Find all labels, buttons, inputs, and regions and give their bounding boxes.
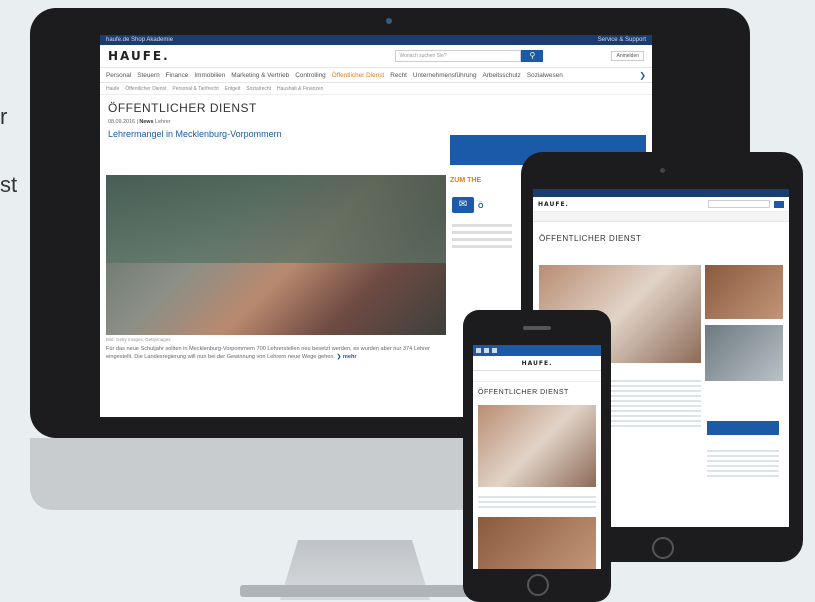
tablet-search-button[interactable] [774, 200, 784, 208]
sidebar-label: Ö [478, 203, 484, 210]
nav-item-immobilien[interactable]: Immobilien [194, 72, 225, 79]
search-bar: Wonach suchen Sie? ⚲ [395, 50, 544, 62]
main-nav: Personal Steuern Finance Immobilien Mark… [100, 68, 652, 83]
site-header: HAUFE. Wonach suchen Sie? ⚲ Anmelden [100, 45, 652, 68]
tablet-top-bar [533, 189, 789, 197]
article-hero-image[interactable] [106, 175, 446, 335]
sidebar-heading: ZUM THE [450, 177, 482, 184]
more-label: mehr [342, 354, 357, 360]
tablet-sidebar-button[interactable] [707, 421, 779, 435]
top-bar: haufe.de Shop Akademie Service & Support [100, 35, 652, 45]
nav-item-recht[interactable]: Recht [390, 72, 407, 79]
tablet-home-button[interactable] [652, 537, 674, 559]
breadcrumb-item[interactable]: Personal & Tarifrecht [172, 86, 218, 92]
breadcrumb-item[interactable]: Haushalt & Finanzen [277, 86, 323, 92]
envelope-icon[interactable]: ✉ [452, 197, 474, 213]
phone-home-button[interactable] [527, 574, 549, 596]
nav-item-unternehmensfuehrung[interactable]: Unternehmensführung [413, 72, 477, 79]
tablet-header: HAUFE. [533, 197, 789, 212]
monitor-stand-base [240, 585, 470, 597]
article-tag: News [139, 119, 154, 125]
search-icon[interactable] [492, 348, 497, 353]
phone-device: HAUFE. ÖFFENTLICHER DIENST [463, 310, 611, 602]
phone-nav [473, 371, 601, 382]
nav-item-controlling[interactable]: Controlling [295, 72, 326, 79]
phone-page-title: ÖFFENTLICHER DIENST [478, 389, 569, 396]
breadcrumb: Haufe Öffentlicher Dienst Personal & Tar… [100, 83, 652, 95]
nav-scroll-icon[interactable]: ❯ [639, 71, 646, 80]
breadcrumb-item[interactable]: Haufe [106, 86, 119, 92]
nav-item-marketing[interactable]: Marketing & Vertrieb [231, 72, 289, 79]
breadcrumb-item[interactable]: Öffentlicher Dienst [125, 86, 166, 92]
article-category: Lehrer [154, 119, 171, 125]
edge-text-fragment-2: st [0, 172, 18, 197]
nav-item-steuern[interactable]: Steuern [137, 72, 159, 79]
top-bar-links[interactable]: haufe.de Shop Akademie [106, 37, 173, 43]
nav-item-sozialwesen[interactable]: Sozialwesen [527, 72, 563, 79]
edge-text-fragment-1: r [0, 104, 8, 129]
menu-icon[interactable] [476, 348, 481, 353]
search-icon: ⚲ [529, 51, 536, 60]
camera-icon [386, 18, 392, 24]
page-title: ÖFFENTLICHER DIENST [108, 101, 257, 115]
haufe-logo[interactable]: HAUFE. [108, 49, 170, 63]
tablet-page-title: ÖFFENTLICHER DIENST [539, 234, 642, 243]
login-button[interactable]: Anmelden [611, 51, 644, 61]
home-icon[interactable] [484, 348, 489, 353]
tablet-logo[interactable]: HAUFE. [538, 201, 569, 208]
service-link[interactable]: Service & Support [598, 37, 646, 43]
phone-article-text [478, 493, 596, 511]
tablet-nav [533, 212, 789, 222]
article-meta: 08.09.2016 | News Lehrer [108, 119, 171, 125]
tablet-search-input[interactable] [708, 200, 770, 208]
nav-item-arbeitsschutz[interactable]: Arbeitsschutz [483, 72, 521, 79]
article-teaser: Für das neue Schuljahr sollten in Meckle… [106, 345, 446, 361]
search-button[interactable]: ⚲ [521, 50, 544, 62]
phone-top-bar [473, 345, 601, 356]
more-link[interactable]: ❯ mehr [337, 354, 357, 360]
tablet-side-image-1[interactable] [705, 265, 783, 319]
phone-screen: HAUFE. ÖFFENTLICHER DIENST [473, 345, 601, 569]
sidebar-text [452, 220, 512, 252]
nav-item-personal[interactable]: Personal [106, 72, 131, 79]
search-input[interactable]: Wonach suchen Sie? [395, 50, 522, 62]
phone-speaker [523, 326, 551, 330]
phone-logo[interactable]: HAUFE. [522, 360, 553, 367]
article-date: 08.09.2016 [108, 119, 135, 125]
tablet-camera-icon [660, 168, 665, 173]
teaser-text: Für das neue Schuljahr sollten in Meckle… [106, 346, 431, 360]
phone-second-image[interactable] [478, 517, 596, 569]
phone-header: HAUFE. [473, 356, 601, 371]
tablet-sidebar-text [707, 447, 779, 480]
tablet-side-image-2[interactable] [705, 325, 783, 381]
nav-item-oeffentlicher-dienst[interactable]: Öffentlicher Dienst [332, 72, 384, 79]
breadcrumb-item[interactable]: Sozialrecht [246, 86, 271, 92]
image-caption: Bild: Getty Images, Gettyimages [106, 337, 171, 342]
nav-item-finance[interactable]: Finance [166, 72, 189, 79]
phone-hero-image[interactable] [478, 405, 596, 487]
breadcrumb-item[interactable]: Entgelt [225, 86, 241, 92]
